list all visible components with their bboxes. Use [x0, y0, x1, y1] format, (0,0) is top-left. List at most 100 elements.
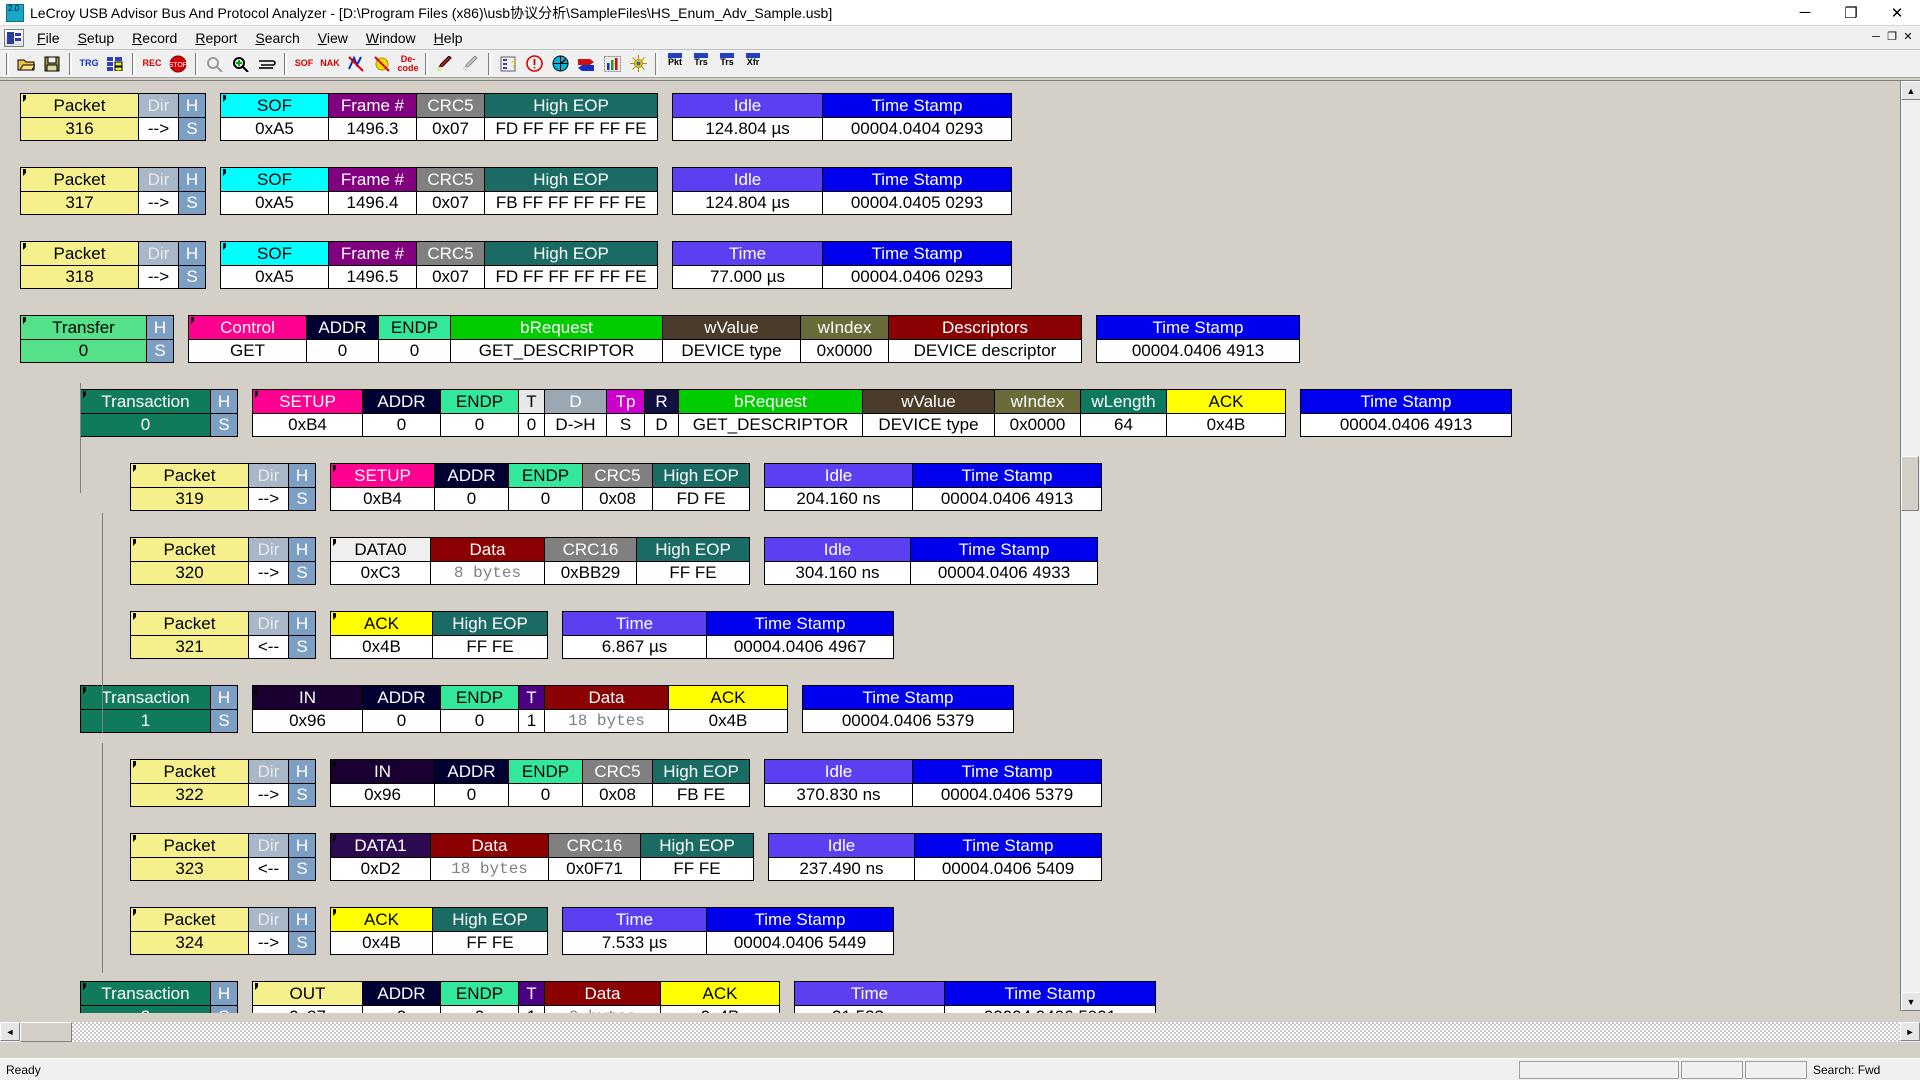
field-block[interactable]: ACK 0x4B High EOP FF FE	[330, 907, 548, 955]
mdi-maximize-button[interactable]: ❐	[1884, 30, 1900, 46]
field-block[interactable]: OUT0x87ADDR0ENDP0T1Data0 bytesACK0x4B	[252, 981, 780, 1013]
open-file-button[interactable]	[14, 52, 38, 76]
field-block[interactable]: SETUP 0xB4 ADDR 0 ENDP 0 T 0 D D->H Tp S R DbRequest G…	[252, 389, 1286, 437]
packet-row[interactable]: Packet 321 Dir <-- H S ACK 0x4B High EOP FF FE Tim…	[130, 611, 894, 659]
mdi-close-button[interactable]: ✕	[1900, 30, 1916, 46]
transaction-id-block[interactable]: Transaction 0 H S	[80, 389, 238, 437]
bus-usage-button[interactable]	[548, 52, 572, 76]
save-file-button[interactable]	[40, 52, 64, 76]
close-button[interactable]: ✕	[1874, 0, 1920, 25]
mdi-restore-button[interactable]: ─	[1868, 30, 1884, 46]
field-block[interactable]: DATA0 0xC3 Data 8 bytes CRC16 0xBB29 High EOP F…	[330, 537, 750, 585]
time-block[interactable]: Time Stamp 00004.0406 4913	[1300, 389, 1512, 437]
transaction-row[interactable]: Transaction 1 H S IN 0x96 ADDR 0 ENDP 0 T 1 Data 18 b…	[80, 685, 1014, 733]
field-block[interactable]: IN 0x96 ADDR 0 ENDP 0 T 1 Data 18 bytes ACK 0x4B	[252, 685, 788, 733]
packet-id-block[interactable]: Packet 324 Dir --> H S	[130, 907, 316, 955]
time-block[interactable]: Idle 304.160 ns Time Stamp 00004.0406 4933	[764, 537, 1098, 585]
transaction-row[interactable]: Transaction 0 H S SETUP 0xB4 ADDR 0 ENDP 0 T 0 D D->H…	[80, 389, 1512, 437]
packet-id-block[interactable]: Packet 322 Dir --> H S	[130, 759, 316, 807]
horizontal-scroll-track[interactable]	[72, 1022, 1900, 1042]
hide-chirp-button[interactable]	[344, 52, 368, 76]
xfer-level-button[interactable]: Xfr	[741, 52, 765, 76]
stop-button[interactable]: STOP	[166, 52, 190, 76]
hide-nak-button[interactable]: NAK	[318, 52, 342, 76]
transaction-level-button[interactable]: Trs	[689, 52, 713, 76]
scroll-up-arrow[interactable]: ▲	[1901, 81, 1920, 100]
packet-id-block[interactable]: Packet 323 Dir <-- H S	[130, 833, 316, 881]
vertical-scroll-thumb[interactable]	[1901, 456, 1919, 511]
packet-row[interactable]: Packet 318 Dir --> H S SOF 0xA5 Frame #1496.5 CRC…	[20, 241, 1012, 289]
time-block[interactable]: Time31.533 µsTime Stamp00004.0406 5901	[794, 981, 1156, 1013]
field-block[interactable]: SOF 0xA5 Frame #1496.4 CRC5 0x07 High EOP FB F…	[220, 167, 658, 215]
menu-item-report[interactable]: Report	[186, 28, 246, 48]
transaction-id-block[interactable]: Transaction2HS	[80, 981, 238, 1013]
wrap-button[interactable]	[255, 52, 279, 76]
scroll-left-arrow[interactable]: ◄	[0, 1022, 20, 1041]
field-block[interactable]: IN 0x96 ADDR 0 ENDP 0 CRC5 0x08 High EOP FB FE	[330, 759, 750, 807]
packet-id-block[interactable]: Packet 316 Dir --> H S	[20, 93, 206, 141]
packet-id-block[interactable]: Packet 321 Dir <-- H S	[130, 611, 316, 659]
packet-row[interactable]: Packet 324 Dir --> H S ACK 0x4B High EOP FF FE Tim…	[130, 907, 894, 955]
field-block[interactable]: Control GET ADDR 0 ENDP 0 bRequest GET_DESCRIPT…	[188, 315, 1082, 363]
scroll-right-arrow[interactable]: ►	[1900, 1022, 1920, 1041]
transfer-level-button[interactable]: Trs	[715, 52, 739, 76]
packet-id-block[interactable]: Packet 317 Dir --> H S	[20, 167, 206, 215]
menu-item-setup[interactable]: Setup	[69, 28, 124, 48]
horizontal-scroll-thumb[interactable]	[20, 1022, 72, 1042]
menu-item-record[interactable]: Record	[123, 28, 186, 48]
packet-row[interactable]: Packet 319 Dir --> H S SETUP 0xB4 ADDR 0 ENDP 0 CRC5…	[130, 463, 1102, 511]
zoom-in-button[interactable]	[229, 52, 253, 76]
scroll-down-arrow[interactable]: ▼	[1901, 992, 1920, 1011]
field-block[interactable]: SOF 0xA5 Frame #1496.5 CRC5 0x07 High EOP FD F…	[220, 241, 658, 289]
time-block[interactable]: Time Stamp 00004.0406 5379	[802, 685, 1014, 733]
packet-row[interactable]: Packet 323 Dir <-- H S DATA1 0xD2 Data 18 bytes CR…	[130, 833, 1102, 881]
field-block[interactable]: DATA1 0xD2 Data 18 bytes CRC16 0x0F71 High EOP…	[330, 833, 754, 881]
menu-item-file[interactable]: File	[28, 28, 69, 48]
clear-marker-button[interactable]	[459, 52, 483, 76]
field-block[interactable]: SOF 0xA5 Frame #1496.3 CRC5 0x07 High EOP FD F…	[220, 93, 658, 141]
packet-row[interactable]: Packet 322 Dir --> H S IN 0x96 ADDR 0 ENDP 0 CRC5 0x0…	[130, 759, 1102, 807]
menu-item-window[interactable]: Window	[357, 28, 425, 48]
packet-id-block[interactable]: Packet 319 Dir --> H S	[130, 463, 316, 511]
time-block[interactable]: Time 7.533 µs Time Stamp 00004.0406 5449	[562, 907, 894, 955]
time-block[interactable]: Idle 237.490 ns Time Stamp 00004.0406 5409	[768, 833, 1102, 881]
time-block[interactable]: Time Stamp 00004.0406 4913	[1096, 315, 1300, 363]
decode-button[interactable]: De-code	[396, 52, 420, 76]
menu-item-search[interactable]: Search	[246, 28, 308, 48]
zoom-out-button[interactable]	[203, 52, 227, 76]
packet-row[interactable]: Packet 316 Dir --> H S SOF 0xA5 Frame #1496.3 CRC…	[20, 93, 1012, 141]
transfer-row[interactable]: Transfer 0 H S Control GET ADDR 0 ENDP 0 bRequest G…	[20, 315, 1300, 363]
report-button[interactable]: ?	[496, 52, 520, 76]
transfer-id-block[interactable]: Transfer 0 H S	[20, 315, 174, 363]
time-block[interactable]: Idle 124.804 µs Time Stamp 00004.0405 0293	[672, 167, 1012, 215]
minimize-button[interactable]: ─	[1782, 0, 1828, 25]
field-block[interactable]: SETUP 0xB4 ADDR 0 ENDP 0 CRC5 0x08 High EOP FD FE	[330, 463, 750, 511]
time-block[interactable]: Time 77.000 µs Time Stamp 00004.0406 0293	[672, 241, 1012, 289]
time-block[interactable]: Time 6.867 µs Time Stamp 00004.0406 4967	[562, 611, 894, 659]
recording-options-button[interactable]	[103, 52, 127, 76]
error-summary-button[interactable]	[522, 52, 546, 76]
settings-button[interactable]	[626, 52, 650, 76]
traffic-summary-button[interactable]	[574, 52, 598, 76]
data-view-button[interactable]	[600, 52, 624, 76]
vertical-scrollbar[interactable]: ▲ ▼	[1900, 81, 1920, 1011]
packet-level-button[interactable]: Pkt	[663, 52, 687, 76]
packet-id-block[interactable]: Packet 318 Dir --> H S	[20, 241, 206, 289]
menu-item-help[interactable]: Help	[425, 28, 472, 48]
horizontal-scrollbar[interactable]: ◄ ►	[0, 1022, 1920, 1042]
field-block[interactable]: ACK 0x4B High EOP FF FE	[330, 611, 548, 659]
transaction-row[interactable]: Transaction2HS OUT0x87ADDR0ENDP0T1Data0 b…	[80, 981, 1156, 1013]
hide-idle-button[interactable]	[370, 52, 394, 76]
trace-canvas[interactable]: Packet 316 Dir --> H S SOF 0xA5 Frame #1496.3 CRC…	[2, 83, 1890, 1013]
packet-row[interactable]: Packet 317 Dir --> H S SOF 0xA5 Frame #1496.4 CRC…	[20, 167, 1012, 215]
packet-id-block[interactable]: Packet 320 Dir --> H S	[130, 537, 316, 585]
trigger-setup-button[interactable]: TRG	[77, 52, 101, 76]
time-block[interactable]: Idle 370.830 ns Time Stamp 00004.0406 5379	[764, 759, 1102, 807]
record-button[interactable]: REC	[140, 52, 164, 76]
transaction-id-block[interactable]: Transaction 1 H S	[80, 685, 238, 733]
marker-button[interactable]	[433, 52, 457, 76]
hide-sof-button[interactable]: SOF	[292, 52, 316, 76]
maximize-button[interactable]: ❐	[1828, 0, 1874, 25]
packet-row[interactable]: Packet 320 Dir --> H S DATA0 0xC3 Data 8 bytes CRC…	[130, 537, 1098, 585]
time-block[interactable]: Idle 204.160 ns Time Stamp 00004.0406 4913	[764, 463, 1102, 511]
